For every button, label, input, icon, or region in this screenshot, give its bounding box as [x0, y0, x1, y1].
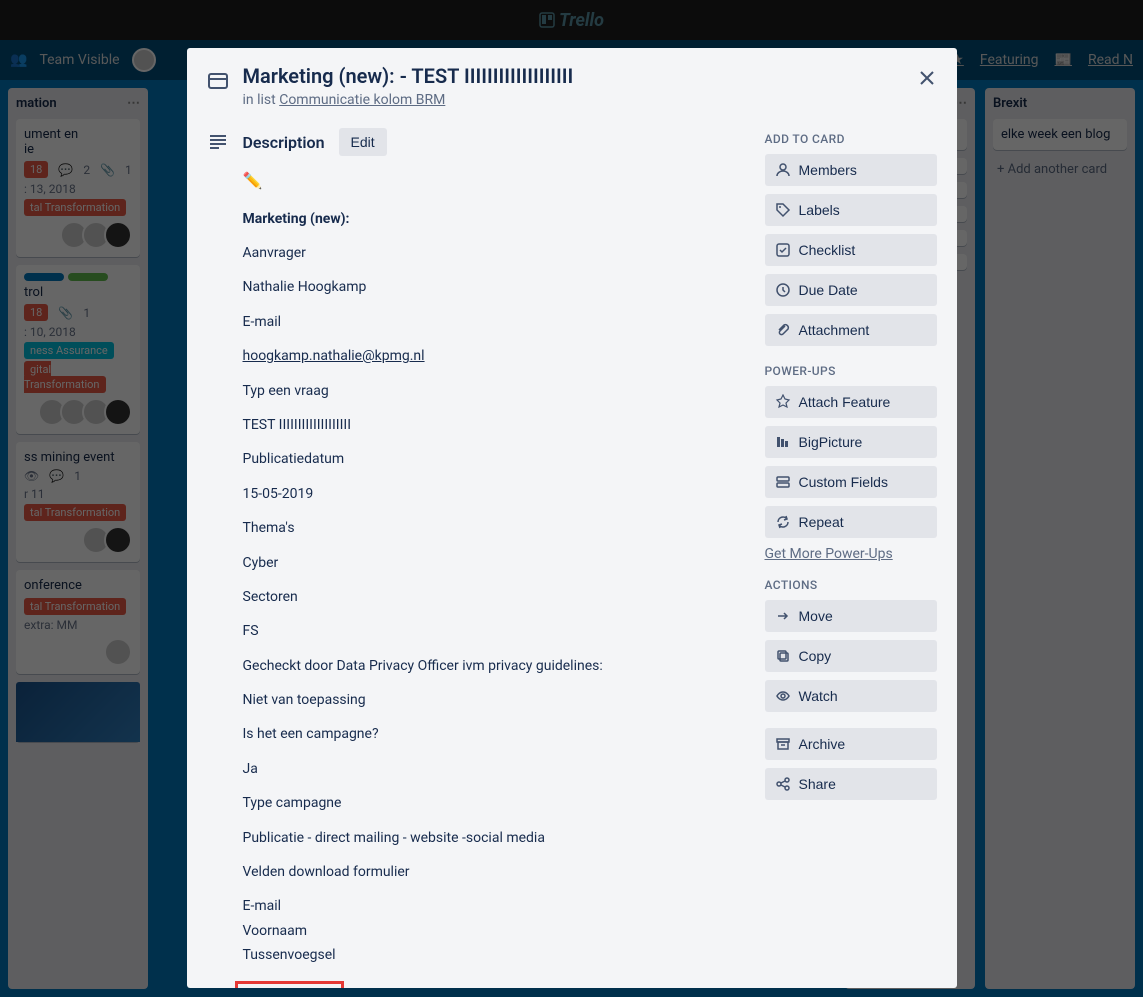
- pencil-icon: ✏️: [243, 168, 263, 194]
- email-link[interactable]: hoogkamp.nathalie@kpmg.nl: [243, 348, 425, 364]
- repeat-icon: [775, 514, 791, 530]
- add-to-card-label: ADD TO CARD: [765, 132, 937, 146]
- watch-icon: [775, 688, 791, 704]
- modal-overlay[interactable]: Marketing (new): - TEST IIIIIIIIIIIIIIII…: [0, 0, 1143, 997]
- share-button[interactable]: Share: [765, 768, 937, 800]
- labels-button[interactable]: Labels: [765, 194, 937, 226]
- modal-sidebar: ADD TO CARD Members Labels Checklist Due…: [765, 128, 937, 988]
- card-modal: Marketing (new): - TEST IIIIIIIIIIIIIIII…: [187, 48, 957, 988]
- card-title[interactable]: Marketing (new): - TEST IIIIIIIIIIIIIIII…: [243, 64, 574, 88]
- card-subtitle: in list Communicatie kolom BRM: [243, 92, 574, 108]
- labels-icon: [775, 202, 791, 218]
- actions-label: ACTIONS: [765, 578, 937, 592]
- members-icon: [775, 162, 791, 178]
- copy-icon: [775, 648, 791, 664]
- move-button[interactable]: Move: [765, 600, 937, 632]
- move-icon: [775, 608, 791, 624]
- highlight-box: Opleverdatum 05-22-2019: [235, 981, 344, 988]
- modal-main: Description Edit ✏️ Marketing (new): Aan…: [207, 128, 745, 988]
- due-date-button[interactable]: Due Date: [765, 274, 937, 306]
- attachment-button[interactable]: Attachment: [765, 314, 937, 346]
- checklist-icon: [775, 242, 791, 258]
- feature-icon: [775, 394, 791, 410]
- power-ups-label: POWER-UPS: [765, 364, 937, 378]
- bigpicture-icon: [775, 434, 791, 450]
- clock-icon: [775, 282, 791, 298]
- get-more-powerups-link[interactable]: Get More Power-Ups: [765, 546, 937, 562]
- description-icon: [207, 131, 229, 153]
- watch-button[interactable]: Watch: [765, 680, 937, 712]
- description-header: Description Edit: [207, 128, 745, 156]
- card-icon: [207, 70, 229, 92]
- archive-icon: [775, 736, 791, 752]
- attach-feature-button[interactable]: Attach Feature: [765, 386, 937, 418]
- share-icon: [775, 776, 791, 792]
- custom-fields-icon: [775, 474, 791, 490]
- card-header: Marketing (new): - TEST IIIIIIIIIIIIIIII…: [207, 64, 937, 108]
- checklist-button[interactable]: Checklist: [765, 234, 937, 266]
- desc-heading: Marketing (new):: [243, 211, 350, 227]
- bigpicture-button[interactable]: BigPicture: [765, 426, 937, 458]
- attachment-icon: [775, 322, 791, 338]
- close-icon[interactable]: [911, 62, 943, 94]
- list-link[interactable]: Communicatie kolom BRM: [279, 92, 445, 108]
- description-label: Description: [243, 133, 325, 152]
- members-button[interactable]: Members: [765, 154, 937, 186]
- custom-fields-button[interactable]: Custom Fields: [765, 466, 937, 498]
- edit-button[interactable]: Edit: [339, 128, 387, 156]
- copy-button[interactable]: Copy: [765, 640, 937, 672]
- archive-button[interactable]: Archive: [765, 728, 937, 760]
- description-content[interactable]: ✏️ Marketing (new): Aanvrager Nathalie H…: [243, 168, 745, 988]
- repeat-button[interactable]: Repeat: [765, 506, 937, 538]
